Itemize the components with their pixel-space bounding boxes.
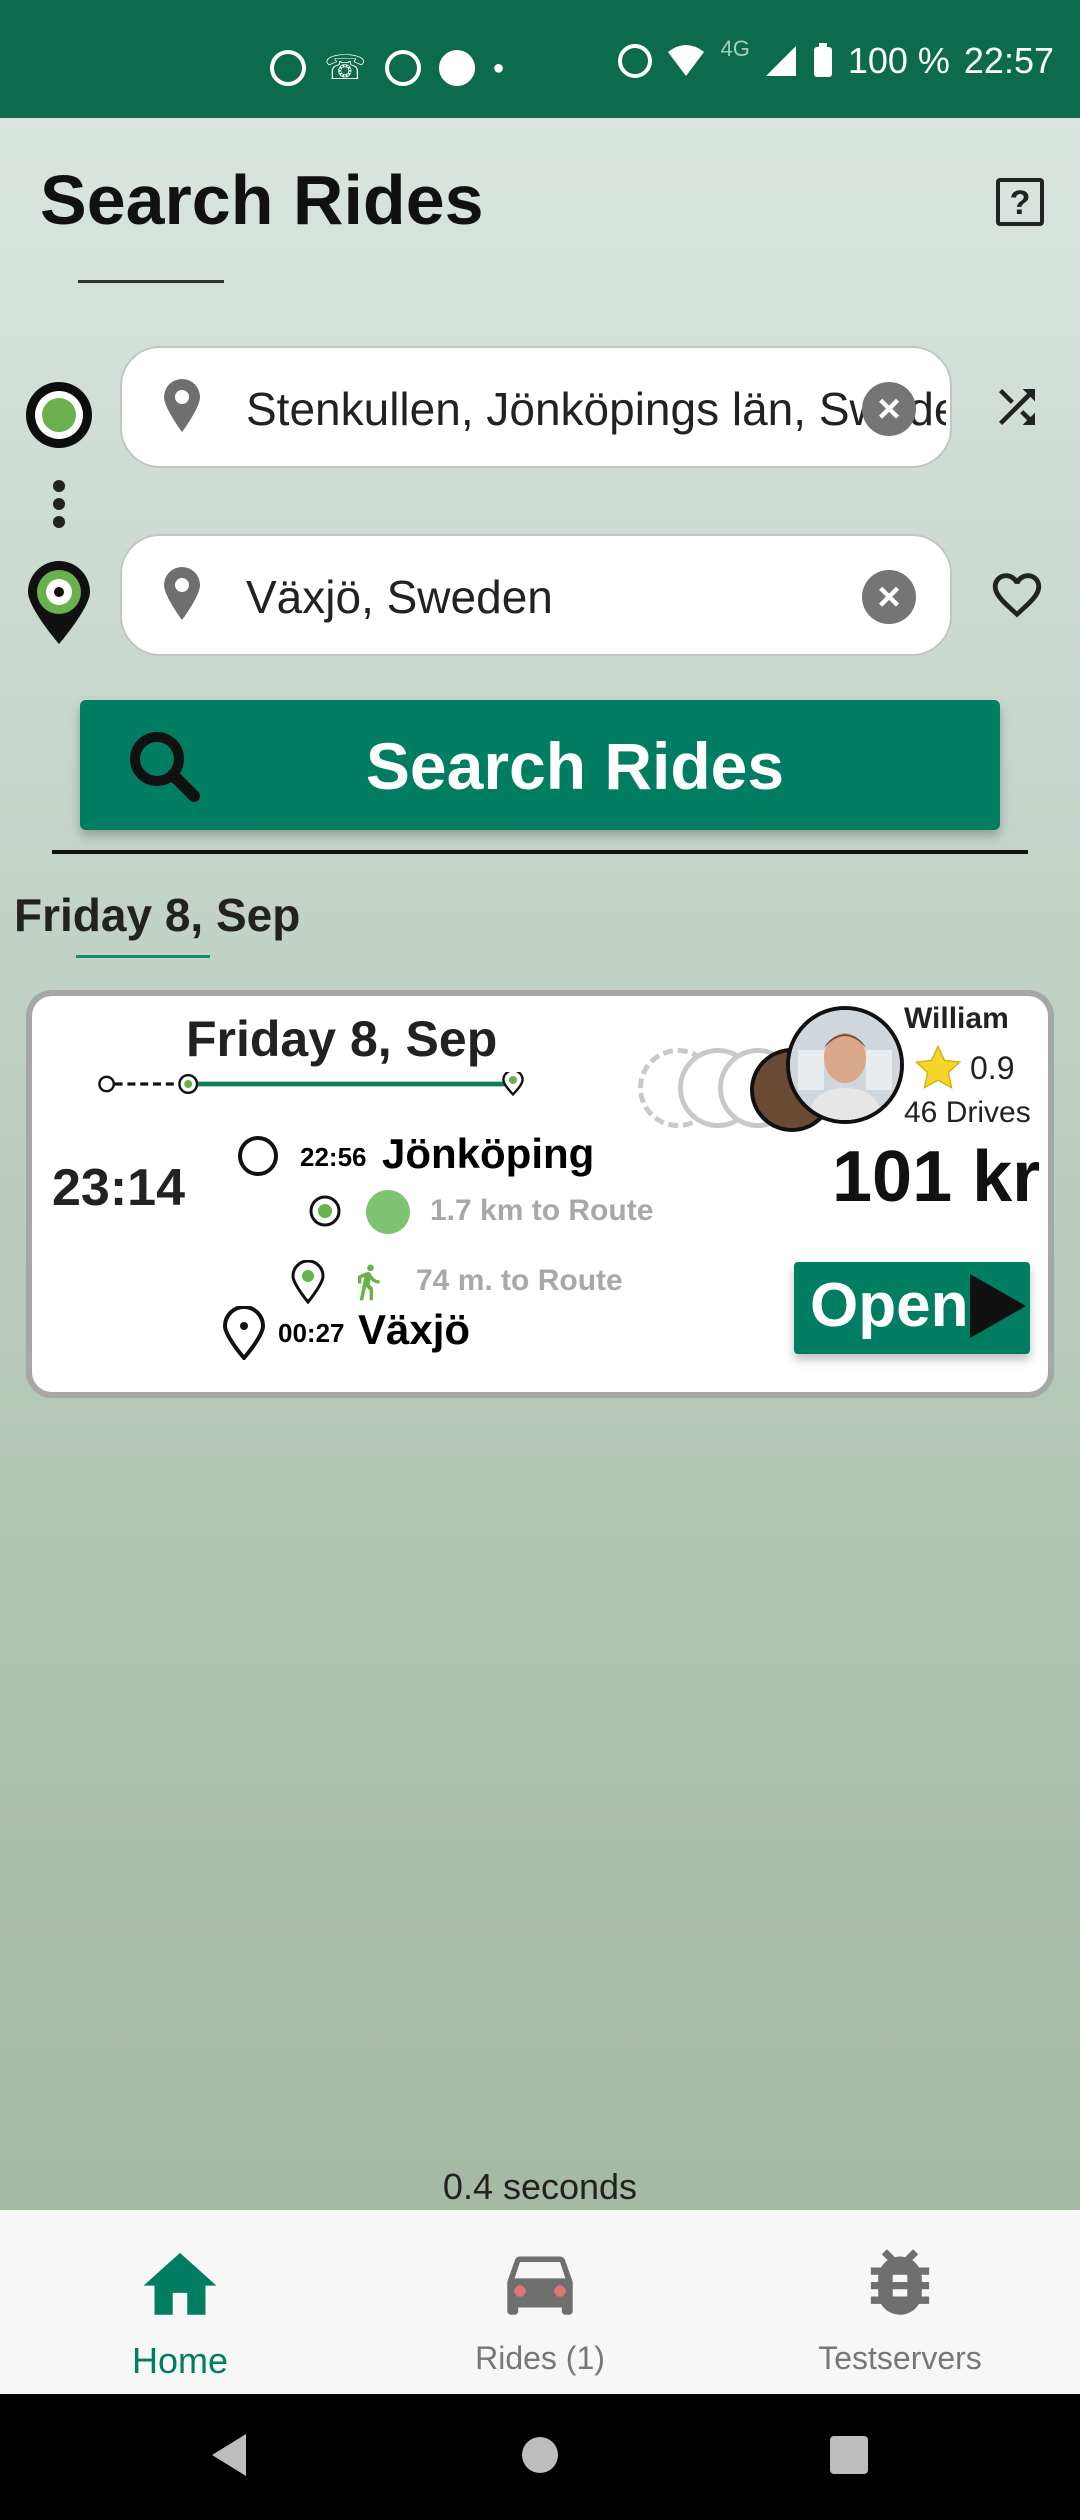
nav-rides[interactable]: Rides (1) [360,2210,720,2394]
nav-testservers[interactable]: Testservers [720,2210,1080,2394]
cell-signal-icon [765,46,796,76]
destination-marker-icon [28,561,90,644]
ride-card[interactable]: Friday 8, Sep 23:14 22:56 Jönköping 1.7 … [26,990,1054,1398]
status-bar: ☏ ● 4G 100 % 22:57 [0,0,1080,118]
battery-level: 100 % [847,40,950,81]
walking-icon [358,1264,380,1301]
pickup-point-icon [309,1195,341,1227]
pickup-city: Jönköping [382,1130,595,1177]
pickup-time: 22:56 [300,1142,367,1172]
destination-field[interactable]: Växjö, Sweden × [120,534,952,656]
car-icon [507,2256,573,2315]
origin-marker-icon [26,382,92,448]
pickup-distance: 1.7 km to Route [430,1194,654,1227]
system-navigation-bar [0,2394,1080,2520]
home-circle-icon[interactable] [520,2430,560,2480]
notification-app-icon [438,50,475,86]
search-duration: 0.4 seconds [442,2166,638,2207]
driver-drives: 46 Drives [904,1096,1031,1129]
do-not-disturb-icon [618,44,653,78]
help-icon[interactable]: ? [996,178,1044,226]
ride-route-line [98,1072,524,1096]
ride-price: 101 kr [832,1137,1041,1217]
bug-icon [870,2249,930,2315]
star-icon [914,1044,962,1089]
origin-input[interactable]: Stenkullen, Jönköpings län, Sweden [246,382,946,436]
recents-icon[interactable] [826,2430,870,2480]
pickup-stop-icon [238,1136,278,1176]
nav-home[interactable]: Home [0,2210,360,2394]
page-title: Search Rides [40,161,484,239]
driver-name: William [904,1002,1009,1035]
results-date-heading: Friday 8, Sep [14,889,301,941]
location-pin-icon [164,567,200,620]
whatsapp-icon [384,50,421,86]
search-rides-button[interactable]: Search Rides [80,700,1000,830]
bottom-navigation: Home Rides (1) Testservers [0,2210,1080,2394]
dropoff-city: Växjö [358,1306,471,1353]
dropoff-point-icon [291,1260,325,1304]
dropoff-stop-icon [222,1306,266,1360]
destination-input[interactable]: Växjö, Sweden [246,570,946,624]
play-arrow-icon [970,1274,1026,1338]
driver-avatar[interactable] [786,1006,904,1124]
origin-field[interactable]: Stenkullen, Jönköpings län, Sweden × [120,346,952,468]
wifi-icon [668,45,705,76]
network-type: 4G [720,36,750,61]
ride-date: Friday 8, Sep [186,1011,498,1067]
back-icon[interactable] [206,2430,252,2480]
missed-call-icon: ☏ [324,49,367,87]
clock: 22:57 [963,40,1054,81]
car-mode-icon [366,1190,410,1234]
dropoff-distance: 74 m. to Route [416,1264,623,1297]
open-ride-button[interactable]: Open [794,1262,1030,1354]
clear-destination-icon[interactable]: × [862,570,916,624]
driver-rating: 0.9 [970,1050,1015,1086]
home-icon [143,2252,217,2315]
signal-app-icon [270,50,306,86]
date-underline [76,955,210,958]
more-notifications-dot-icon: ● [492,56,505,79]
shuffle-icon[interactable] [990,380,1044,434]
route-connector-dots [50,480,68,530]
nav-home-label: Home [131,2340,229,2381]
nav-testservers-label: Testservers [818,2340,982,2376]
clear-origin-icon[interactable]: × [862,382,916,436]
search-rides-label: Search Rides [365,729,785,803]
driver-photo [790,1010,900,1120]
divider [52,850,1028,854]
title-underline [78,280,224,283]
nav-rides-label: Rides (1) [475,2340,605,2376]
departure-time: 23:14 [52,1159,185,1217]
favorite-heart-icon[interactable] [988,566,1046,624]
dropoff-time: 00:27 [278,1318,345,1348]
location-pin-icon [164,379,200,432]
battery-icon [813,43,832,77]
open-label: Open [810,1271,969,1340]
